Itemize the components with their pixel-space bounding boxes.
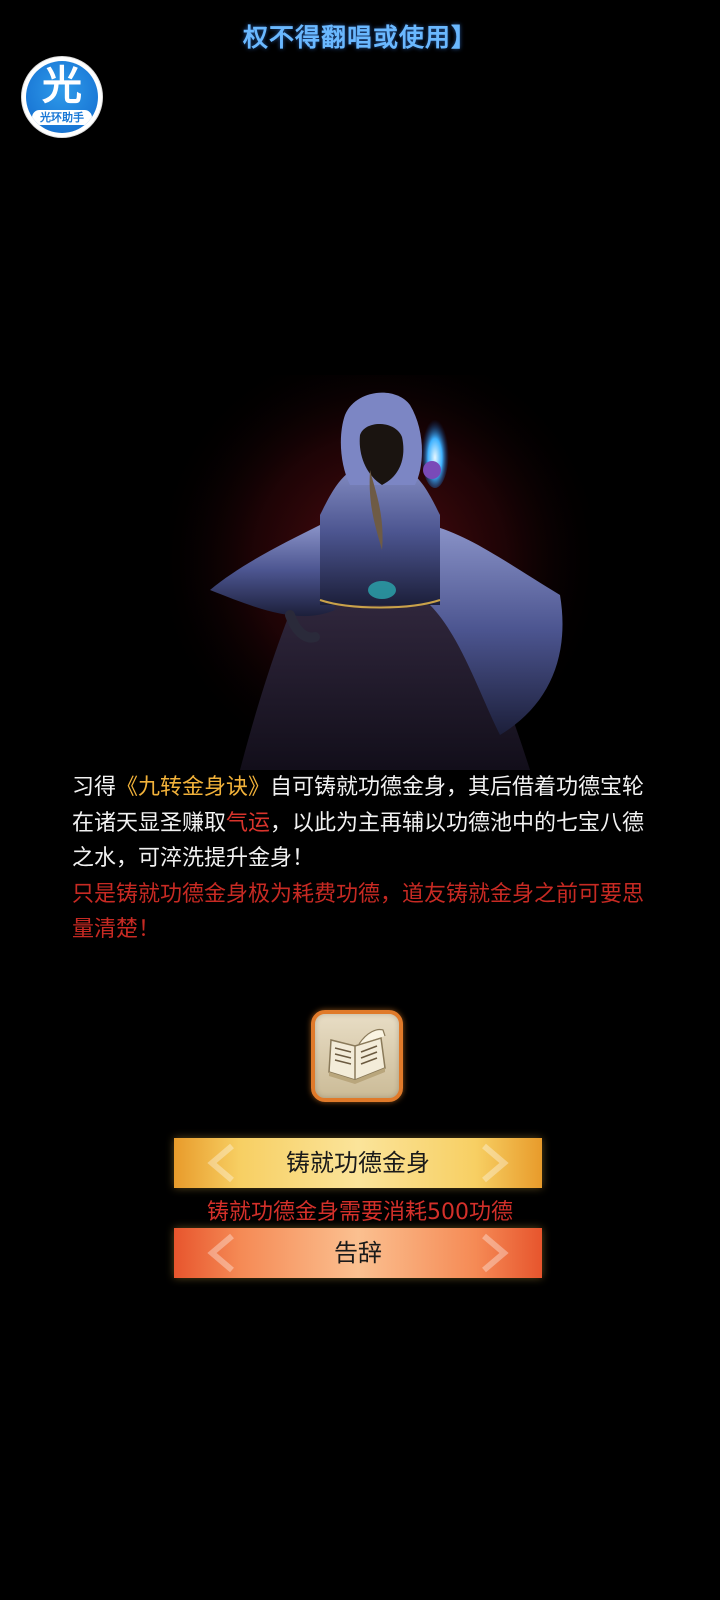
chevron-right-decor	[482, 1233, 509, 1273]
hooded-sorcerer-portrait	[170, 375, 590, 785]
story-paragraph: 习得《九转金身诀》自可铸就功德金身，其后借着功德宝轮在诸天显圣赚取气运，以此为主…	[72, 770, 652, 877]
chevron-left-decor	[207, 1233, 234, 1273]
forge-golden-body-button[interactable]: 铸就功德金身	[174, 1138, 542, 1188]
assistant-badge-glyph: 光	[42, 63, 82, 109]
forge-button-label: 铸就功德金身	[286, 1149, 430, 1177]
book-title-highlight: 《九转金身诀》	[116, 775, 271, 800]
story-description: 习得《九转金身诀》自可铸就功德金身，其后借着功德宝轮在诸天显圣赚取气运，以此为主…	[72, 770, 652, 948]
scroll-book-icon	[328, 1028, 386, 1084]
assistant-floating-badge[interactable]: 光 光环助手	[22, 57, 102, 137]
luck-highlight: 气运	[226, 810, 271, 836]
top-banner-text: 权不得翻唱或使用】	[242, 23, 477, 52]
story-text-pre: 习得	[72, 775, 117, 800]
leave-button[interactable]: 告辞	[174, 1228, 542, 1278]
chevron-left-decor	[207, 1143, 234, 1183]
chevron-right-decor	[482, 1143, 509, 1183]
warning-text: 只是铸就功德金身极为耗费功德，道友铸就金身之前可要思量清楚！	[72, 881, 645, 943]
assistant-badge-caption: 光环助手	[32, 110, 92, 125]
scroll-book-item-slot[interactable]	[311, 1010, 403, 1102]
assistant-badge-icon: 光 光环助手	[26, 61, 98, 133]
forge-cost-note: 铸就功德金身需要消耗500功德	[207, 1200, 513, 1225]
leave-button-label: 告辞	[334, 1239, 382, 1267]
